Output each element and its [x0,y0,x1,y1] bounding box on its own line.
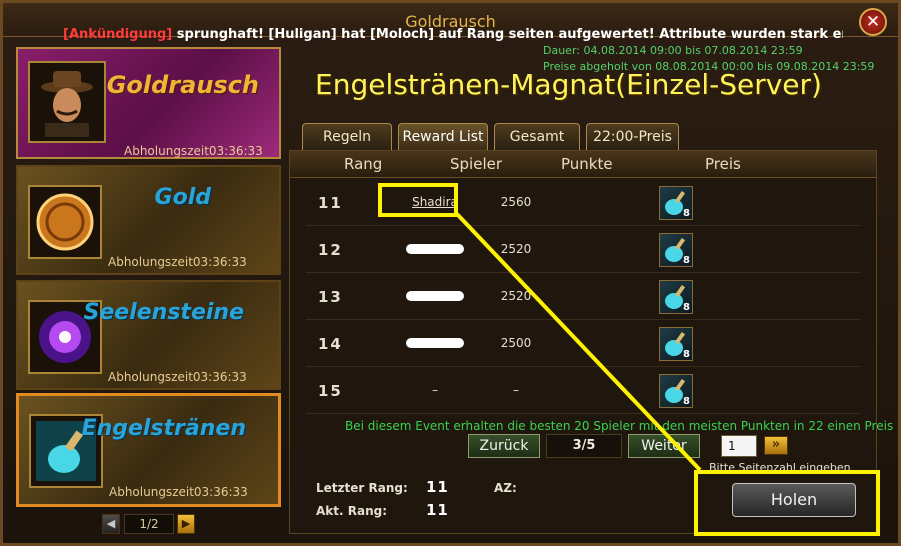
table-header: Rang Spieler Punkte Preis [290,151,876,178]
current-rank-value: 11 [426,501,449,519]
page-number-input[interactable]: 1 [721,435,757,457]
current-rank-label: Akt. Rang: [316,504,388,518]
row-player: – [432,383,438,397]
page-indicator: 3/5 [546,434,622,458]
last-rank-label: Letzter Rang: [316,481,408,495]
ranking-table: Rang Spieler Punkte Preis 11 Shadira 2560 8… [289,150,877,534]
table-row: 15 – – 8 [306,367,861,414]
tab-gesamt[interactable]: Gesamt [494,123,580,150]
card-title-gold: Gold [154,185,211,210]
event-card-gold[interactable]: Gold Abholungszeit03:36:33 [16,165,281,275]
angel-tear-prize-icon[interactable]: 8 [659,327,693,361]
row-rank: 11 [318,194,343,212]
announcement-tag: [Ankündigung] [63,27,173,42]
row-player[interactable]: Shadira [380,195,490,209]
row-rank: 14 [318,335,343,353]
card-time-goldrausch: Abholungszeit03:36:33 [124,144,263,158]
row-rank: 15 [318,382,343,400]
header-player: Spieler [450,155,503,173]
tab-reward-list[interactable]: Reward List [398,123,488,150]
tab-regeln[interactable]: Regeln [302,123,392,150]
event-duration: Dauer: 04.08.2014 09:00 bis 07.08.2014 2… [543,44,803,57]
sidebar-next-button[interactable]: ▶ [177,514,195,534]
card-time-seelensteine: Abholungszeit03:36:33 [108,370,247,384]
redacted-player-name [406,291,464,301]
prize-count: 8 [683,349,690,360]
event-window: Goldrausch [Ankündigung] sprunghaft! [Hu… [0,0,901,546]
collect-button[interactable]: Holen [732,483,856,517]
last-rank-value: 11 [426,478,449,496]
gold-coin-icon [28,185,102,259]
event-card-engelstraenen[interactable]: Engelstränen Abholungszeit03:36:33 [16,393,281,507]
header-points: Punkte [561,155,613,173]
row-points: 2500 [500,336,532,350]
angel-tear-prize-icon[interactable]: 8 [659,233,693,267]
announcement-text: sprunghaft! [Huligan] hat [Moloch] auf R… [172,27,843,42]
header-prize: Preis [705,155,741,173]
prize-count: 8 [683,208,690,219]
angel-tear-prize-icon[interactable]: 8 [659,374,693,408]
event-title: Engelstränen-Magnat(Einzel-Server) [315,68,822,101]
row-rank: 13 [318,288,343,306]
row-points: 2560 [500,195,532,209]
card-title-seelensteine: Seelensteine [83,300,244,325]
event-card-seelensteine[interactable]: Seelensteine Abholungszeit03:36:33 [16,280,281,390]
prize-count: 8 [683,302,690,313]
angel-tear-prize-icon[interactable]: 8 [659,186,693,220]
angel-tear-prize-icon[interactable]: 8 [659,280,693,314]
table-row: 14 2500 8 [306,320,861,367]
announcement-ticker: [Ankündigung] sprunghaft! [Huligan] hat … [63,27,843,43]
row-rank: 12 [318,241,343,259]
page-input-hint: Bitte Seitenzahl eingeben [709,461,851,474]
prize-count: 8 [683,255,690,266]
event-info-text: Bei diesem Event erhalten die besten 20 … [345,419,894,433]
table-row: 12 2520 8 [306,226,861,273]
card-time-engelstraenen: Abholungszeit03:36:33 [109,485,248,499]
card-title-engelstraenen: Engelstränen [81,416,246,441]
sidebar-prev-button[interactable]: ◀ [102,514,120,534]
man-with-hat-portrait-icon [28,61,106,143]
row-points: 2520 [500,289,532,303]
header-rank: Rang [344,155,383,173]
table-row: 13 2520 8 [306,273,861,320]
next-button[interactable]: Weiter [628,434,700,458]
close-button[interactable]: ✕ [859,8,887,36]
event-card-goldrausch[interactable]: Goldrausch Abholungszeit03:36:33 [16,47,281,159]
card-time-gold: Abholungszeit03:36:33 [108,255,247,269]
table-row: 11 Shadira 2560 8 [306,179,861,226]
tab-22-preis[interactable]: 22:00-Preis [586,123,679,150]
prize-count: 8 [683,396,690,407]
card-title-goldrausch: Goldrausch [106,71,259,99]
redacted-player-name [406,244,464,254]
sidebar-pager: ◀ 1/2 ▶ [102,514,196,534]
go-to-page-button[interactable]: » [764,436,788,455]
row-points: 2520 [500,242,532,256]
row-points: – [513,383,519,397]
redacted-player-name [406,338,464,348]
back-button[interactable]: Zurück [468,434,540,458]
az-label: AZ: [494,481,517,495]
sidebar-page-indicator: 1/2 [124,514,174,534]
